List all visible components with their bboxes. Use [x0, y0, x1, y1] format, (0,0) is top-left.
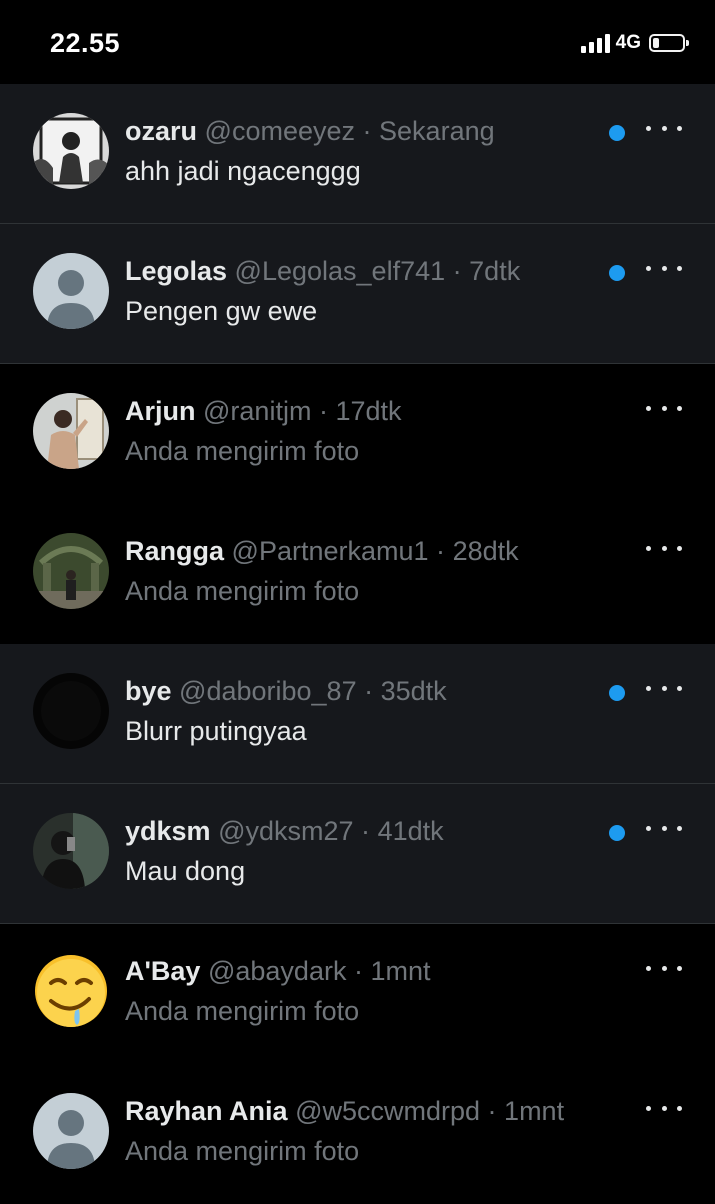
message-preview: Blurr putingyaa [125, 716, 307, 746]
avatar[interactable] [33, 253, 109, 329]
message-time: 7dtk [469, 256, 521, 286]
signal-icon [580, 33, 610, 53]
sender-handle: @daboribo_87 [179, 676, 357, 706]
conversation-header: ozaru @comeeyez · Sekarang [125, 116, 595, 147]
unread-indicator [609, 685, 625, 701]
more-options-icon[interactable] [646, 816, 682, 840]
conversation-row[interactable]: Rangga @Partnerkamu1 · 28dtk Anda mengir… [0, 504, 715, 644]
more-options-icon[interactable] [646, 676, 682, 700]
more-options-icon[interactable] [646, 536, 682, 560]
photo-avatar-icon [33, 813, 109, 889]
conversation-header: Rayhan Ania @w5ccwmdrpd · 1mnt [125, 1096, 595, 1127]
avatar[interactable] [33, 673, 109, 749]
separator-dot: · [318, 396, 328, 426]
sender-name: ydksm [125, 816, 211, 846]
status-indicators: 4G [580, 30, 689, 56]
conversation-row[interactable]: Legolas @Legolas_elf741 · 7dtk Pengen gw… [0, 224, 715, 364]
conversation-row[interactable]: Arjun @ranitjm · 17dtk Anda mengirim fot… [0, 364, 715, 504]
unread-indicator [609, 125, 625, 141]
conversation-row[interactable]: ozaru @comeeyez · Sekarang ahh jadi ngac… [0, 84, 715, 224]
avatar[interactable] [33, 1093, 109, 1169]
unread-indicator [609, 825, 625, 841]
separator-dot: · [487, 1096, 497, 1126]
more-options-icon[interactable] [646, 1096, 682, 1120]
sender-name: Arjun [125, 396, 196, 426]
message-preview: Mau dong [125, 856, 246, 886]
unread-indicator [609, 265, 625, 281]
message-time: 35dtk [380, 676, 447, 706]
network-type: 4G [615, 32, 641, 53]
conversation-row[interactable]: ydksm @ydksm27 · 41dtk Mau dong [0, 784, 715, 924]
conversation-header: Legolas @Legolas_elf741 · 7dtk [125, 256, 595, 287]
conversation-header: A'Bay @abaydark · 1mnt [125, 956, 595, 987]
more-options-icon[interactable] [646, 396, 682, 420]
conversation-header: Arjun @ranitjm · 17dtk [125, 396, 595, 427]
drooling-face-emoji-icon [33, 953, 109, 1029]
message-preview: Anda mengirim foto [125, 996, 360, 1026]
sender-handle: @comeeyez [204, 116, 355, 146]
battery-icon [649, 34, 689, 52]
avatar[interactable] [33, 393, 109, 469]
conversation-header: bye @daboribo_87 · 35dtk [125, 676, 595, 707]
sender-name: Legolas [125, 256, 228, 286]
sender-handle: @ydksm27 [218, 816, 354, 846]
sender-name: A'Bay [125, 956, 201, 986]
message-preview: Anda mengirim foto [125, 576, 360, 606]
conversation-row[interactable]: bye @daboribo_87 · 35dtk Blurr putingyaa [0, 644, 715, 784]
sender-name: Rangga [125, 536, 225, 566]
default-avatar-icon [33, 253, 109, 329]
message-preview: Pengen gw ewe [125, 296, 318, 326]
conversation-header: Rangga @Partnerkamu1 · 28dtk [125, 536, 595, 567]
message-preview: ahh jadi ngacenggg [125, 156, 361, 186]
separator-dot: · [452, 256, 462, 286]
sender-name: ozaru [125, 116, 198, 146]
conversation-row[interactable]: A'Bay @abaydark · 1mnt Anda mengirim fot… [0, 924, 715, 1064]
avatar[interactable] [33, 953, 109, 1029]
message-time: 1mnt [504, 1096, 565, 1126]
sender-handle: @abaydark [207, 956, 347, 986]
conversation-row[interactable]: Rayhan Ania @w5ccwmdrpd · 1mnt Anda meng… [0, 1064, 715, 1204]
avatar[interactable] [33, 813, 109, 889]
separator-dot: · [364, 676, 374, 706]
separator-dot: · [362, 116, 372, 146]
message-time: Sekarang [379, 116, 495, 146]
sender-handle: @w5ccwmdrpd [295, 1096, 481, 1126]
photo-avatar-icon [33, 533, 109, 609]
dark-avatar-icon [33, 673, 109, 749]
photo-avatar-icon [33, 113, 109, 189]
message-preview: Anda mengirim foto [125, 1136, 360, 1166]
sender-name: bye [125, 676, 172, 706]
sender-handle: @ranitjm [203, 396, 312, 426]
sender-handle: @Partnerkamu1 [231, 536, 429, 566]
photo-avatar-icon [33, 393, 109, 469]
more-options-icon[interactable] [646, 116, 682, 140]
sender-handle: @Legolas_elf741 [234, 256, 446, 286]
avatar[interactable] [33, 113, 109, 189]
avatar[interactable] [33, 533, 109, 609]
message-time: 41dtk [377, 816, 444, 846]
sender-name: Rayhan Ania [125, 1096, 288, 1126]
message-list: ozaru @comeeyez · Sekarang ahh jadi ngac… [0, 84, 715, 1204]
message-time: 28dtk [452, 536, 519, 566]
default-avatar-icon [33, 1093, 109, 1169]
conversation-header: ydksm @ydksm27 · 41dtk [125, 816, 595, 847]
message-time: 1mnt [370, 956, 431, 986]
more-options-icon[interactable] [646, 256, 682, 280]
separator-dot: · [353, 956, 363, 986]
message-time: 17dtk [335, 396, 402, 426]
separator-dot: · [361, 816, 371, 846]
message-preview: Anda mengirim foto [125, 436, 360, 466]
status-bar: 22.55 4G [0, 0, 715, 84]
status-time: 22.55 [50, 28, 121, 58]
separator-dot: · [436, 536, 446, 566]
more-options-icon[interactable] [646, 956, 682, 980]
